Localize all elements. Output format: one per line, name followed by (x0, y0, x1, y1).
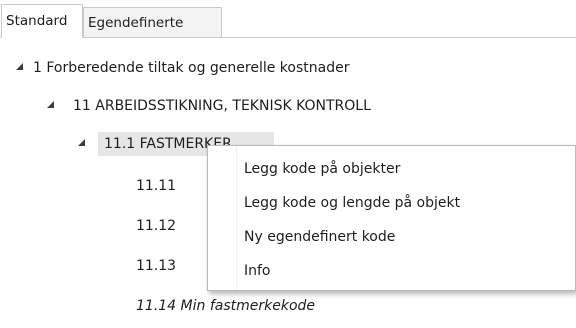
menu-item-ny-egendefinert-kode[interactable]: Ny egendefinert kode (244, 223, 395, 251)
context-menu: Legg kode på objekter Legg kode og lengd… (207, 145, 576, 291)
tree-node-11[interactable]: 11 ARBEIDSSTIKNING, TEKNISK KONTROLL (73, 94, 371, 118)
tab-divider (0, 37, 576, 38)
tree-node-11-11[interactable]: 11.11 (136, 174, 176, 198)
tab-standard[interactable]: Standard (1, 4, 83, 38)
tree-node-11-13[interactable]: 11.13 (136, 254, 176, 278)
expanded-triangle-icon[interactable] (47, 101, 54, 108)
menu-item-legg-kode-og-lengde[interactable]: Legg kode og lengde på objekt (244, 189, 460, 217)
tree-node-1[interactable]: 1 Forberedende tiltak og generelle kostn… (33, 56, 349, 80)
menu-item-info[interactable]: Info (244, 257, 271, 285)
tree-node-11-14[interactable]: 11.14 Min fastmerkekode (136, 294, 315, 318)
expanded-triangle-icon[interactable] (16, 63, 23, 70)
tab-egendefinerte[interactable]: Egendefinerte (83, 7, 222, 37)
expanded-triangle-icon[interactable] (78, 139, 85, 146)
menu-item-legg-kode-pa-objekter[interactable]: Legg kode på objekter (244, 155, 400, 183)
tree-node-11-12[interactable]: 11.12 (136, 214, 176, 238)
tab-strip: Standard Egendefinerte (0, 0, 576, 38)
menu-icon-column-separator (236, 146, 237, 290)
